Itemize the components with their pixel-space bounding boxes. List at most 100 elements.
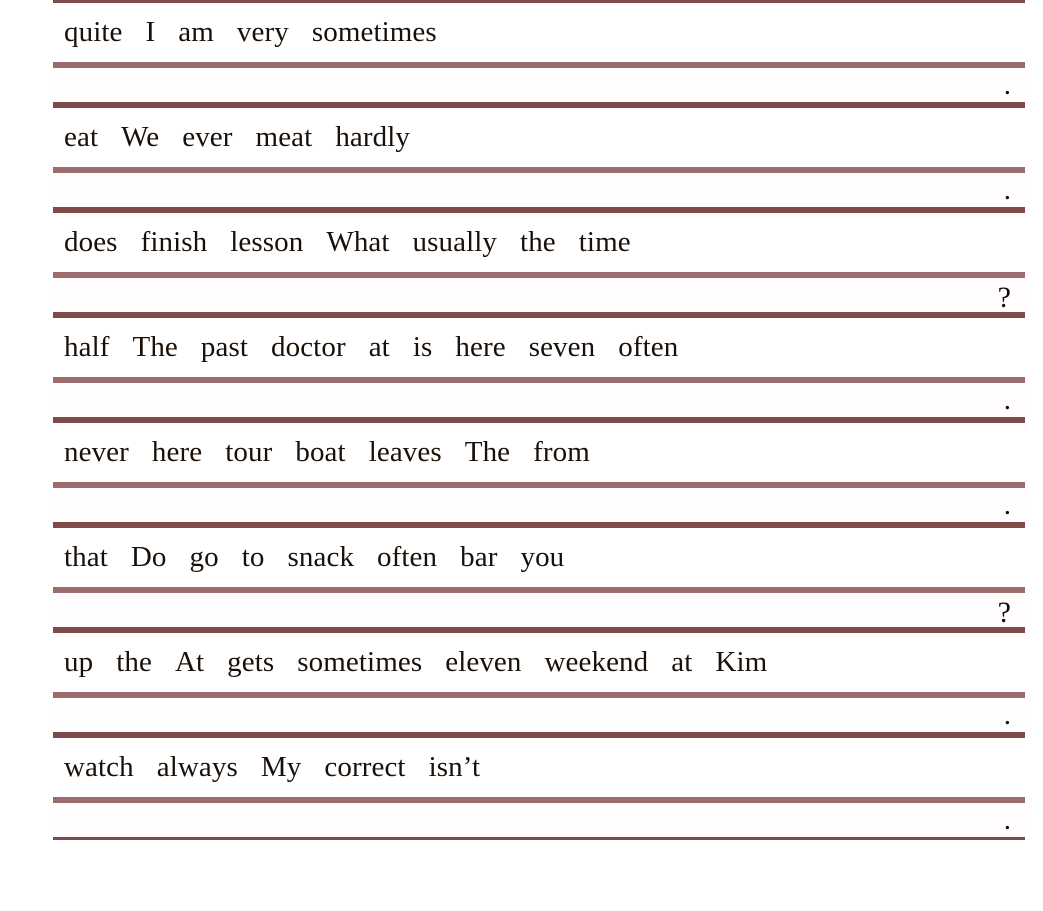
exercise-block: half The past doctor at is here seven often.	[53, 315, 1025, 420]
scrambled-word: finish	[140, 226, 208, 258]
scrambled-word: to	[241, 541, 265, 573]
scrambled-word: bar	[460, 541, 498, 573]
period-mark: .	[1003, 384, 1011, 416]
scrambled-word: the	[116, 646, 152, 678]
scrambled-words: half The past doctor at is here seven often	[53, 333, 678, 362]
scrambled-word: am	[178, 16, 214, 48]
scrambled-word: gets	[227, 646, 275, 678]
period-mark: .	[1003, 69, 1011, 101]
scrambled-word: weekend	[544, 646, 649, 678]
exercise-block: quite Iam very sometimes.	[53, 0, 1025, 105]
answer-row[interactable]: .	[53, 65, 1025, 105]
exercise-list: quite Iam very sometimes. eat We ever meat hardl…	[0, 0, 1043, 840]
scrambled-word: time	[578, 226, 631, 258]
answer-blank[interactable]	[61, 488, 991, 522]
scrambled-words: eat We ever meat hardly	[53, 123, 410, 152]
answer-row[interactable]: .	[53, 800, 1025, 840]
period-mark: .	[1003, 174, 1011, 206]
worksheet-page: quite Iam very sometimes. eat We ever meat hardl…	[0, 0, 1043, 911]
period-mark: .	[1003, 489, 1011, 521]
scrambled-word: eleven	[445, 646, 522, 678]
scrambled-word: is	[412, 331, 433, 363]
scrambled-word: up	[64, 646, 94, 678]
scrambled-word: lesson	[230, 226, 304, 258]
scrambled-word: never	[64, 436, 129, 468]
scrambled-word: usually	[412, 226, 498, 258]
scrambled-word: often	[377, 541, 438, 573]
scrambled-word: doctor	[271, 331, 346, 363]
scrambled-word: leaves	[368, 436, 442, 468]
scrambled-word: sometimes	[311, 16, 437, 48]
answer-blank[interactable]	[61, 593, 991, 627]
answer-row[interactable]: .	[53, 695, 1025, 735]
answer-row[interactable]: ?	[53, 275, 1025, 315]
scrambled-word: Do	[130, 541, 167, 573]
scrambled-words: never here tour boat leaves The from	[53, 438, 590, 467]
scrambled-words-row: up the At gets sometimes eleven weekend at Kim	[53, 630, 1025, 695]
scrambled-word: the	[520, 226, 556, 258]
scrambled-word: sometimes	[297, 646, 423, 678]
answer-blank[interactable]	[61, 68, 991, 102]
scrambled-word: snack	[287, 541, 355, 573]
answer-blank[interactable]	[61, 278, 991, 312]
scrambled-word: watch	[64, 751, 134, 783]
scrambled-words: up the At gets sometimes eleven weekend at Kim	[53, 648, 767, 677]
scrambled-words-row: half The past doctor at is here seven often	[53, 315, 1025, 380]
answer-blank[interactable]	[61, 383, 991, 417]
scrambled-word: at	[671, 646, 693, 678]
answer-blank[interactable]	[61, 698, 991, 732]
scrambled-words: quite Iam very sometimes	[53, 18, 437, 47]
scrambled-word: quite	[64, 16, 123, 48]
scrambled-word: meat	[255, 121, 313, 153]
scrambled-word: boat	[295, 436, 346, 468]
scrambled-word: often	[618, 331, 679, 363]
exercise-block: up the At gets sometimes eleven weekend at Kim.	[53, 630, 1025, 735]
scrambled-word: you	[520, 541, 565, 573]
answer-row[interactable]: ?	[53, 590, 1025, 630]
scrambled-words-row: quite Iam very sometimes	[53, 0, 1025, 65]
scrambled-word: eat	[64, 121, 99, 153]
scrambled-word: past	[200, 331, 249, 363]
answer-row[interactable]: .	[53, 380, 1025, 420]
scrambled-word: The	[132, 331, 178, 363]
scrambled-word: does	[64, 226, 118, 258]
period-mark: .	[1003, 804, 1011, 836]
scrambled-word: The	[464, 436, 511, 468]
exercise-block: watch always My correct isn’t.	[53, 735, 1025, 840]
scrambled-word: hardly	[335, 121, 410, 153]
exercise-block: does finish lesson What usually the time?	[53, 210, 1025, 315]
period-mark: .	[1003, 699, 1011, 731]
exercise-block: eat We ever meat hardly.	[53, 105, 1025, 210]
exercise-block: never here tour boat leaves The from.	[53, 420, 1025, 525]
answer-row[interactable]: .	[53, 485, 1025, 525]
scrambled-words: does finish lesson What usually the time	[53, 228, 631, 257]
scrambled-words: that Do go to snack often bar you	[53, 543, 564, 572]
answer-row[interactable]: .	[53, 170, 1025, 210]
scrambled-word: seven	[528, 331, 596, 363]
scrambled-word: from	[533, 436, 590, 468]
scrambled-word: very	[236, 16, 289, 48]
scrambled-word: here	[455, 331, 506, 363]
scrambled-word: here	[151, 436, 203, 468]
scrambled-word: At	[174, 646, 205, 678]
scrambled-word: that	[64, 541, 108, 573]
scrambled-word: Kim	[715, 646, 768, 678]
scrambled-word: half	[64, 331, 110, 363]
scrambled-word: always	[156, 751, 238, 783]
scrambled-word: tour	[225, 436, 273, 468]
scrambled-words-row: never here tour boat leaves The from	[53, 420, 1025, 485]
scrambled-word: My	[260, 751, 302, 783]
scrambled-word: ever	[182, 121, 233, 153]
question-mark: ?	[997, 596, 1011, 629]
answer-blank[interactable]	[61, 173, 991, 207]
scrambled-words-row: eat We ever meat hardly	[53, 105, 1025, 170]
scrambled-word: correct	[324, 751, 406, 783]
answer-blank[interactable]	[61, 803, 991, 837]
scrambled-word: What	[326, 226, 390, 258]
scrambled-word: go	[189, 541, 219, 573]
exercise-block: that Do go to snack often bar you?	[53, 525, 1025, 630]
question-mark: ?	[997, 281, 1011, 314]
scrambled-word: at	[368, 331, 390, 363]
scrambled-words-row: does finish lesson What usually the time	[53, 210, 1025, 275]
scrambled-word: We	[121, 121, 160, 153]
